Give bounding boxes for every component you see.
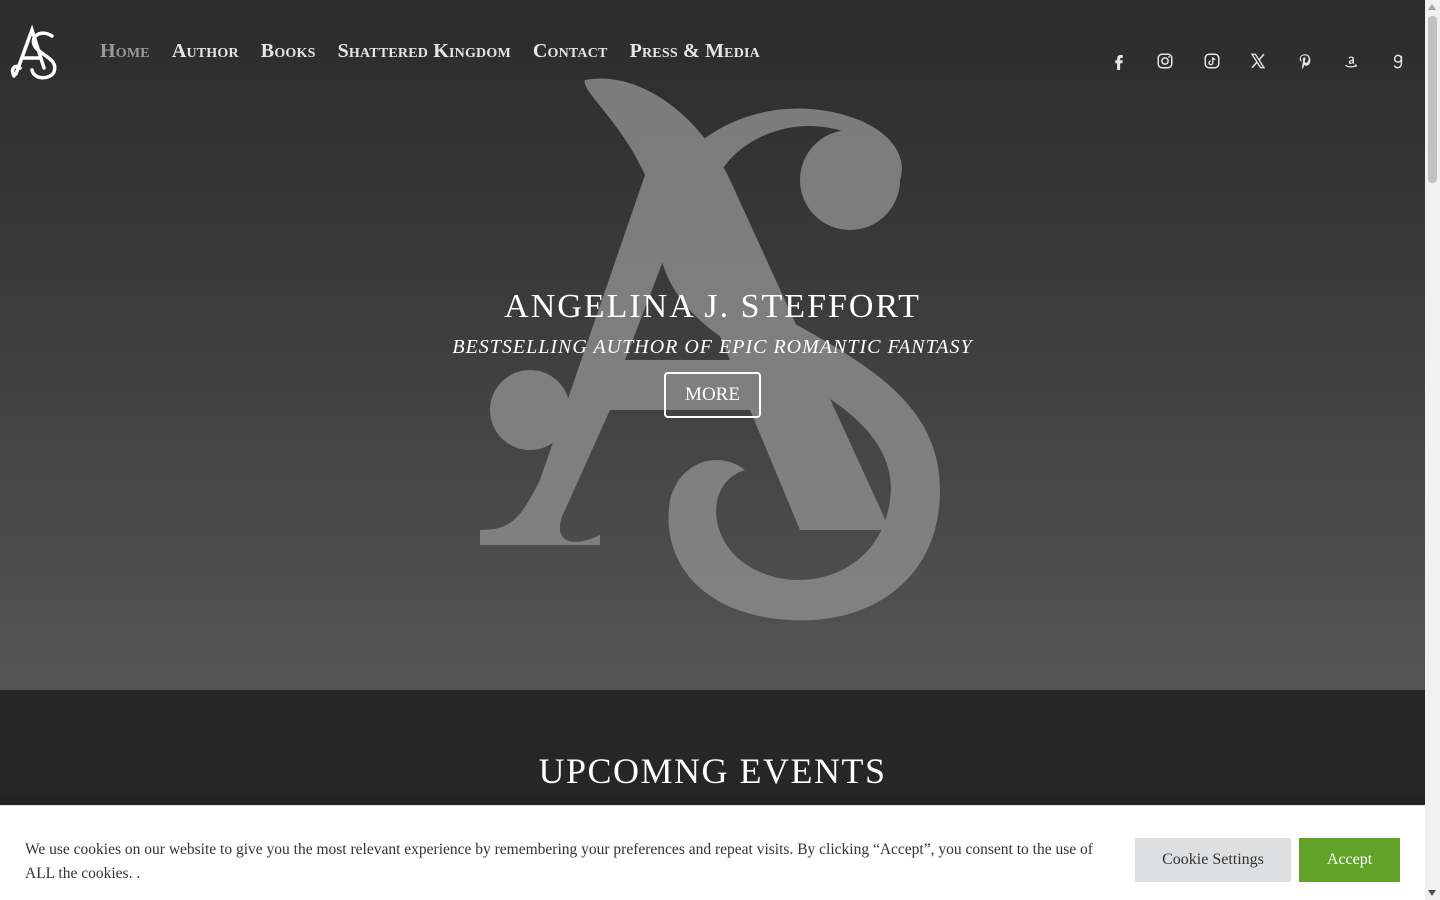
nav-item-shattered-kingdom[interactable]: Shattered Kingdom [338,40,511,63]
x-icon[interactable] [1235,49,1282,73]
cookie-banner: We use cookies on our website to give yo… [0,805,1425,900]
page: ANGELINA J. STEFFORT BESTSELLING AUTHOR … [0,0,1425,900]
tiktok-icon[interactable] [1189,49,1236,73]
social-links [1096,49,1422,73]
cookie-text: We use cookies on our website to give yo… [25,841,1093,882]
nav-item-books[interactable]: Books [261,40,316,63]
cookie-settings-button[interactable]: Cookie Settings [1135,838,1291,882]
scroll-down-arrow-icon[interactable] [1428,890,1436,896]
nav-item-author[interactable]: Author [172,40,239,63]
amazon-icon[interactable] [1328,49,1375,73]
as-logo-icon[interactable] [10,24,62,82]
facebook-icon[interactable] [1096,49,1143,73]
nav-item-home[interactable]: Home [100,40,150,63]
hero-title: ANGELINA J. STEFFORT [504,288,921,325]
more-button[interactable]: MORE [664,372,761,418]
site-header: Home Author Books Shattered Kingdom Cont… [0,0,1425,110]
nav-item-press-media[interactable]: Press & Media [630,40,760,63]
vertical-scrollbar[interactable] [1425,0,1440,900]
scroll-thumb[interactable] [1428,16,1437,183]
hero-subtitle: BESTSELLING AUTHOR OF EPIC ROMANTIC FANT… [452,336,973,358]
nav-item-contact[interactable]: Contact [533,40,608,63]
scroll-up-arrow-icon[interactable] [1428,4,1436,10]
pinterest-icon[interactable] [1282,49,1329,73]
cookie-accept-button[interactable]: Accept [1299,838,1400,882]
events-title: UPCOMNG EVENTS [538,751,887,791]
instagram-icon[interactable] [1142,49,1189,73]
main-nav: Home Author Books Shattered Kingdom Cont… [100,40,760,63]
goodreads-icon[interactable] [1375,49,1422,73]
